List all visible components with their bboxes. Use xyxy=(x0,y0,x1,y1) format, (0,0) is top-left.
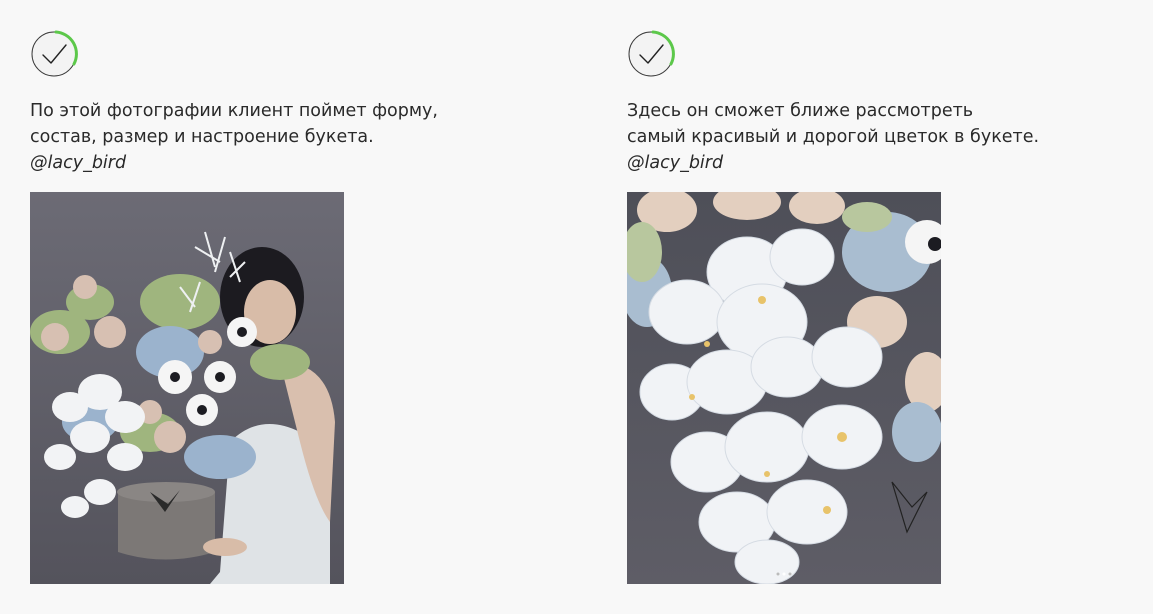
checkmark-circle-icon xyxy=(628,30,675,77)
instagram-handle: @lacy_bird xyxy=(30,153,127,173)
left-caption: По этой фотографии клиент поймет форму, … xyxy=(30,98,450,176)
instagram-handle: @lacy_bird xyxy=(627,153,724,173)
caption-line: состав, размер и настроение букета. xyxy=(30,127,374,147)
right-caption: Здесь он сможет ближе рассмотреть самый … xyxy=(627,98,1047,176)
caption-line: По этой фотографии клиент поймет форму, xyxy=(30,101,438,121)
caption-line: Здесь он сможет ближе рассмотреть xyxy=(627,101,974,121)
checkmark-circle-icon xyxy=(31,30,78,77)
orchid-closeup-photo xyxy=(627,192,941,584)
left-column: По этой фотографии клиент поймет форму, … xyxy=(30,28,450,176)
bouquet-in-hatbox-photo xyxy=(30,192,344,584)
caption-line: самый красивый и дорогой цветок в букете… xyxy=(627,127,1040,147)
right-column: Здесь он сможет ближе рассмотреть самый … xyxy=(627,28,1047,176)
